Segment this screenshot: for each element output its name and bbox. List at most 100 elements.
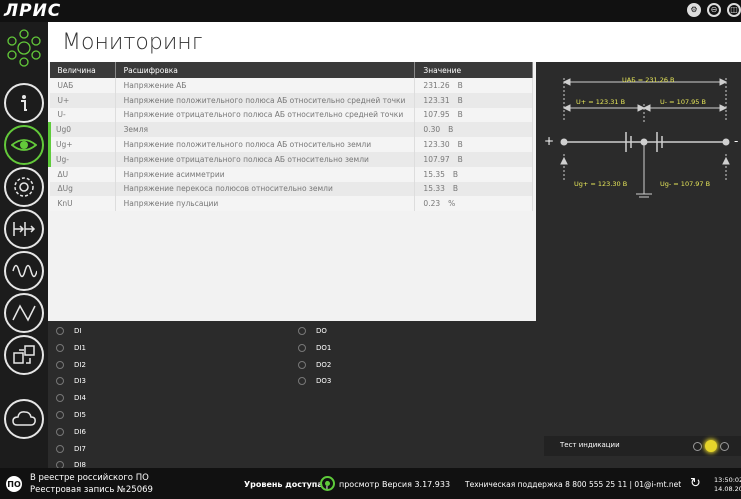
app-brand: ЛРИС [4, 1, 62, 21]
value-unit: В [457, 140, 463, 150]
empty-cell [50, 270, 116, 285]
diagram-uminus-label: U- = 107.95 В [660, 98, 706, 106]
io-label: DI1 [74, 343, 86, 352]
io-item-di3: DI3 [56, 373, 86, 389]
value-number: 107.95 [423, 110, 450, 120]
empty-cell [50, 285, 116, 300]
cell-value: 107.95 В [414, 107, 533, 123]
page-title: Мониторинг [62, 30, 203, 55]
empty-cell [115, 300, 415, 315]
cell-value: 15.35 В [414, 166, 533, 182]
clock-time: 13:50:02 [714, 476, 741, 484]
empty-row [49, 225, 533, 241]
led-indicator-icon [56, 394, 64, 403]
io-label: DI6 [74, 427, 86, 436]
table-row[interactable]: U+ Напряжение положительного полюса АБ от… [49, 92, 533, 108]
cell-quantity: Ug- [48, 151, 116, 167]
registry-text: В реестре российского ПО [30, 473, 149, 483]
io-label: DO3 [316, 377, 332, 386]
minimize-icon[interactable]: ⊖ [707, 3, 721, 17]
led-indicator-icon [56, 444, 64, 453]
window-controls: ⚙ ⊖ ◫ [687, 3, 741, 17]
column-header-description: Расшифровка [115, 62, 416, 78]
io-label: DI3 [74, 377, 86, 386]
cell-description: Напряжение отрицательного полюса АБ отно… [115, 107, 416, 123]
value-number: 107.97 [423, 154, 450, 164]
table-row[interactable]: UАБ Напряжение АБ 231.26 В [49, 78, 533, 93]
io-item-do2: DO2 [298, 357, 331, 373]
cell-description: Земля [115, 122, 416, 138]
cell-value: 107.97 В [414, 151, 533, 167]
empty-cell [115, 256, 415, 271]
cell-quantity: U+ [49, 92, 116, 108]
io-item-di2: DI2 [56, 357, 86, 373]
table-row[interactable]: Ug0 Земля 0.30 В [48, 122, 533, 138]
io-label: DI2 [74, 360, 86, 369]
led-indicator-icon [298, 327, 306, 335]
empty-row [49, 285, 533, 300]
cell-value: 15.33 В [414, 181, 533, 197]
oscilloscope-nav-button[interactable] [4, 251, 44, 291]
table-row[interactable]: U- Напряжение отрицательного полюса АБ от… [49, 107, 533, 123]
table-row[interactable]: Ug+ Напряжение положительного полюса АБ о… [48, 137, 533, 152]
settings-icon[interactable]: ⚙ [687, 3, 701, 17]
io-label: DI7 [74, 444, 86, 453]
value-number: 15.33 [423, 184, 445, 194]
signal-icon [12, 304, 36, 322]
restore-icon[interactable]: ◫ [727, 3, 741, 17]
io-item-di6: DI6 [56, 424, 86, 440]
sync-icon[interactable]: ↻ [690, 476, 701, 491]
input-output-icon [13, 222, 36, 236]
io-item-di5: DI5 [56, 407, 86, 423]
io-label: DI [74, 327, 82, 335]
cell-description: Напряжение АБ [115, 78, 416, 93]
cell-description: Напряжение положительного полюса АБ отно… [115, 137, 416, 152]
led-indicator-icon [56, 427, 64, 436]
sidebar [0, 22, 48, 468]
info-icon [21, 95, 27, 111]
cell-description: Напряжение положительного полюса АБ отно… [115, 92, 416, 108]
test-indication-bar[interactable]: Тест индикации [544, 436, 741, 456]
table-row[interactable]: Ug- Напряжение отрицательного полюса АБ о… [48, 151, 533, 167]
io-label: DI5 [74, 411, 86, 419]
io-item-di7: DI7 [56, 441, 86, 457]
io-item-do: DO [298, 323, 327, 339]
monitoring-nav-button[interactable] [4, 125, 44, 165]
test-indication-label: Тест индикации [560, 441, 620, 449]
table-row[interactable]: ΔU Напряжение асимметрии 15.35 В [49, 166, 533, 182]
io-nav-button[interactable] [4, 209, 44, 249]
cloud-nav-button[interactable] [4, 399, 44, 439]
info-nav-button[interactable] [4, 83, 44, 123]
value-unit: В [457, 95, 463, 105]
gear-icon [14, 177, 34, 197]
cell-description: Напряжение отрицательного полюса АБ отно… [115, 151, 416, 167]
access-mode: просмотр [339, 480, 380, 489]
cell-value: 123.31 В [414, 92, 533, 108]
io-item-di4: DI4 [56, 390, 86, 406]
led-off-icon [720, 441, 729, 451]
transfer-nav-button[interactable] [4, 335, 44, 375]
cell-description: Напряжение асимметрии [115, 166, 416, 182]
signal-nav-button[interactable] [4, 293, 44, 333]
empty-cell [50, 256, 116, 271]
table-row[interactable]: KnU Напряжение пульсации 0.23% [49, 196, 533, 212]
led-indicator-icon [298, 360, 306, 369]
io-label: DO [316, 327, 327, 335]
empty-row [49, 299, 533, 315]
column-header-value: Значение [414, 62, 533, 78]
io-item-di1: DI1 [56, 340, 86, 356]
led-on-icon [705, 440, 717, 452]
cell-description: Напряжение пульсации [115, 196, 416, 212]
table-header-row: Величина Расшифровка Значение [49, 62, 533, 78]
test-indication-leds [693, 440, 729, 452]
diagram-minus-sign: - [734, 134, 739, 148]
io-label: DO2 [316, 360, 332, 369]
diagram-plus-sign: + [544, 134, 555, 148]
table-row[interactable]: ΔUg Напряжение перекоса полюсов относител… [49, 181, 533, 197]
view-mode-icon[interactable] [320, 476, 335, 491]
value-number: 123.31 [423, 95, 450, 105]
settings-nav-button[interactable] [4, 167, 44, 207]
empty-cell [415, 256, 533, 271]
empty-cell [115, 226, 415, 241]
title-bar: ЛРИС ⚙ ⊖ ◫ [0, 0, 741, 22]
